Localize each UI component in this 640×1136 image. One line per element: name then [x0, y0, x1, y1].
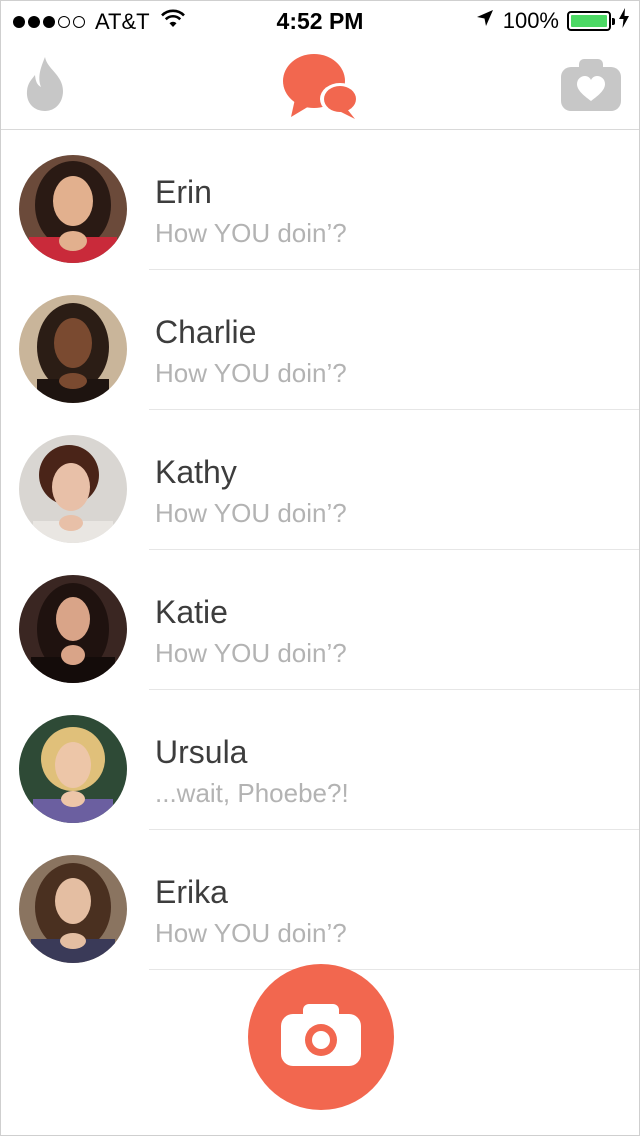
nav-bar	[1, 41, 639, 130]
avatar	[19, 715, 127, 823]
list-item[interactable]: Erin How YOU doin’?	[1, 130, 639, 270]
list-item[interactable]: Erika How YOU doin’?	[1, 830, 639, 970]
avatar	[19, 575, 127, 683]
list-item[interactable]: Katie How YOU doin’?	[1, 550, 639, 690]
contact-name: Kathy	[155, 454, 237, 490]
contact-name: Erin	[155, 174, 212, 210]
status-bar: AT&T 4:52 PM 100%	[1, 1, 639, 41]
message-preview: ...wait, Phoebe?!	[155, 778, 349, 808]
avatar	[19, 155, 127, 263]
flame-icon[interactable]	[23, 55, 67, 118]
location-arrow-icon	[475, 8, 495, 34]
contact-name: Ursula	[155, 734, 248, 770]
charging-bolt-icon	[619, 8, 629, 34]
contact-name: Erika	[155, 874, 228, 910]
camera-icon	[281, 1003, 361, 1071]
camera-heart-icon[interactable]	[561, 59, 621, 116]
message-preview: How YOU doin’?	[155, 638, 347, 668]
avatar	[19, 435, 127, 543]
list-item[interactable]: Kathy How YOU doin’?	[1, 410, 639, 550]
chat-bubbles-icon[interactable]	[281, 51, 361, 126]
row-divider	[149, 969, 639, 970]
status-right: 100%	[475, 8, 629, 34]
message-list: Erin How YOU doin’? Charlie How YOU doin…	[1, 130, 639, 970]
avatar	[19, 855, 127, 963]
list-item[interactable]: Ursula ...wait, Phoebe?!	[1, 690, 639, 830]
message-preview: How YOU doin’?	[155, 498, 347, 528]
battery-percent: 100%	[502, 8, 559, 33]
app-screen: AT&T 4:52 PM 100% Erin How YOU doin’? Ch…	[0, 0, 640, 1136]
avatar	[19, 295, 127, 403]
camera-button[interactable]	[248, 964, 394, 1110]
message-preview: How YOU doin’?	[155, 358, 347, 388]
battery-fill	[571, 15, 607, 27]
contact-name: Katie	[155, 594, 228, 630]
contact-name: Charlie	[155, 314, 257, 350]
message-preview: How YOU doin’?	[155, 218, 347, 248]
list-item[interactable]: Charlie How YOU doin’?	[1, 270, 639, 410]
battery-icon	[567, 11, 615, 31]
battery-nub	[612, 18, 615, 25]
message-preview: How YOU doin’?	[155, 918, 347, 948]
